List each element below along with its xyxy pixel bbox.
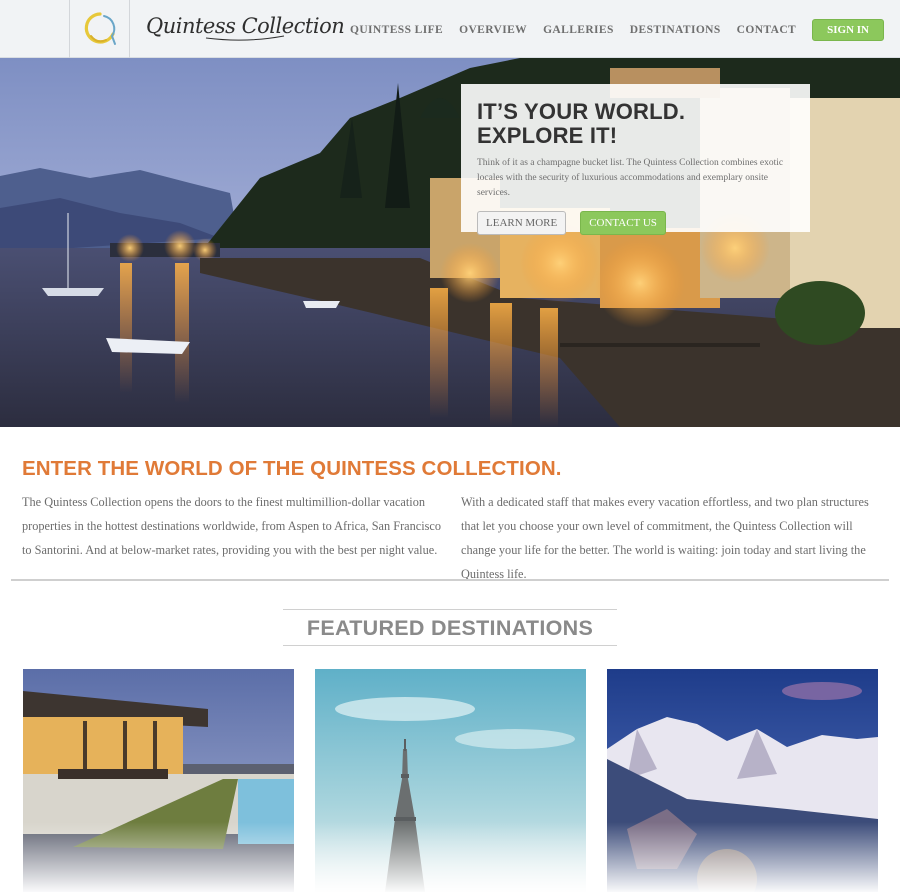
learn-more-button[interactable]: LEARN MORE	[477, 211, 567, 235]
card-fade-overlay	[23, 822, 294, 892]
hero-banner: IT’S YOUR WORLD. EXPLORE IT! Think of it…	[0, 58, 900, 427]
featured-heading-box: FEATURED DESTINATIONS	[283, 609, 617, 646]
nav-quintess-life[interactable]: QUINTESS LIFE	[350, 24, 443, 36]
intro-paragraph-right: With a dedicated staff that makes every …	[461, 495, 869, 581]
sign-in-button[interactable]: SIGN IN	[812, 19, 884, 41]
hero-title-line1: IT’S YOUR WORLD.	[477, 99, 686, 124]
nav-overview[interactable]: OVERVIEW	[459, 24, 527, 36]
contact-us-button[interactable]: CONTACT US	[580, 211, 666, 235]
intro-paragraph-left: The Quintess Collection opens the doors …	[22, 495, 442, 557]
hero-message-card: IT’S YOUR WORLD. EXPLORE IT! Think of it…	[461, 84, 810, 235]
destination-card-villa[interactable]	[23, 669, 294, 892]
card-fade-overlay	[607, 822, 878, 892]
site-header: Quintess Collection QUINTESS LIFE OVERVI…	[0, 0, 900, 58]
nav-galleries[interactable]: GALLERIES	[543, 24, 614, 36]
destination-card-paris[interactable]	[315, 669, 586, 892]
destination-card-mountains[interactable]	[607, 669, 878, 892]
main-nav: QUINTESS LIFE OVERVIEW GALLERIES DESTINA…	[334, 19, 884, 41]
hero-title-line2: EXPLORE IT!	[477, 123, 618, 148]
section-divider	[11, 579, 889, 581]
nav-destinations[interactable]: DESTINATIONS	[630, 24, 721, 36]
hero-buttons: LEARN MORE CONTACT US	[477, 211, 794, 235]
card-fade-overlay	[315, 822, 586, 892]
featured-heading: FEATURED DESTINATIONS	[306, 616, 594, 640]
nav-contact[interactable]: CONTACT	[737, 24, 796, 36]
logo[interactable]	[69, 0, 130, 58]
quintess-q-logo-icon	[84, 12, 116, 45]
brand-swash-icon	[205, 35, 285, 41]
intro-heading: ENTER THE WORLD OF THE QUINTESS COLLECTI…	[22, 457, 562, 480]
hero-description: Think of it as a champagne bucket list. …	[477, 158, 784, 198]
